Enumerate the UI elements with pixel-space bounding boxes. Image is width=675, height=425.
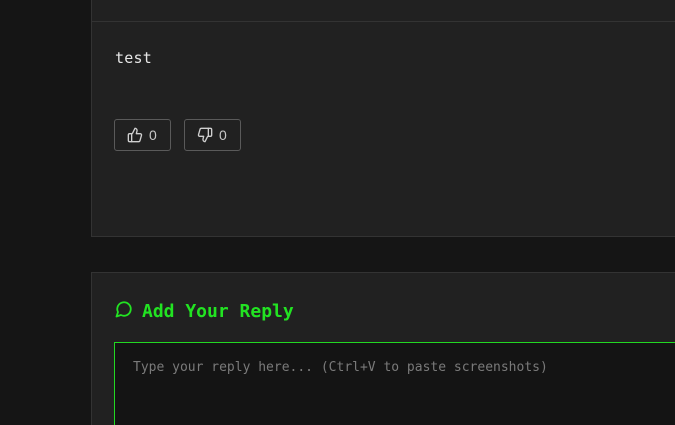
reply-textarea[interactable] [114, 342, 675, 425]
thumbs-up-icon [127, 127, 143, 143]
reply-card: Add Your Reply [91, 272, 675, 425]
message-circle-icon [115, 300, 142, 323]
upvote-count: 0 [149, 127, 157, 143]
thread-page: test 0 0 Add Your Reply Type your reply … [0, 0, 675, 425]
downvote-count: 0 [219, 127, 227, 143]
post-card: test 0 0 [91, 0, 675, 237]
reply-heading-text: Add Your Reply [142, 301, 294, 322]
thumbs-down-icon [197, 127, 213, 143]
upvote-button[interactable]: 0 [114, 119, 171, 151]
post-body: test [115, 49, 152, 67]
reply-heading: Add Your Reply [115, 300, 294, 323]
post-header-divider [92, 21, 675, 22]
downvote-button[interactable]: 0 [184, 119, 241, 151]
